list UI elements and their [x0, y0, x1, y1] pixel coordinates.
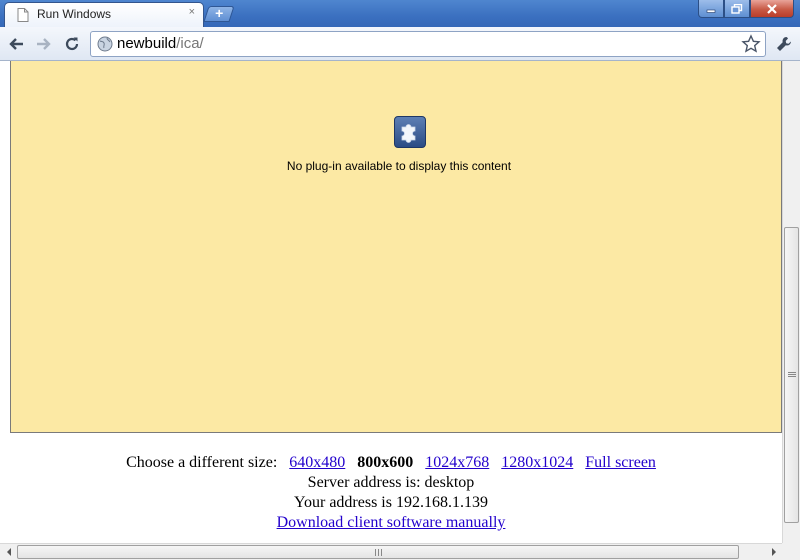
page-content: No plug-in available to display this con…: [0, 61, 782, 543]
horizontal-scroll-thumb[interactable]: [17, 545, 739, 559]
new-tab-button[interactable]: +: [203, 5, 235, 22]
size-link-1024x768[interactable]: 1024x768: [425, 454, 489, 471]
back-arrow-icon: [9, 38, 23, 50]
url-host: newbuild: [117, 35, 177, 52]
bookmark-star-icon[interactable]: [741, 34, 761, 59]
scrollbar-corner: [782, 543, 800, 560]
reload-button[interactable]: [62, 34, 82, 54]
forward-arrow-icon: [37, 38, 51, 50]
address-bar[interactable]: newbuild/ica/: [90, 31, 766, 57]
maximize-icon: [731, 3, 743, 14]
puzzle-piece-icon: [394, 116, 426, 148]
session-info: Choose a different size: 640x480 800x600…: [0, 453, 782, 533]
browser-tab[interactable]: Run Windows ×: [4, 2, 204, 27]
page-icon: [17, 8, 29, 27]
size-link-full-screen[interactable]: Full screen: [585, 454, 656, 471]
maximize-button[interactable]: [724, 0, 750, 18]
missing-plugin-area[interactable]: [10, 61, 782, 433]
size-selector: Choose a different size: 640x480 800x600…: [0, 453, 782, 473]
close-window-button[interactable]: [750, 0, 794, 18]
title-bar[interactable]: Run Windows × +: [0, 0, 800, 27]
size-link-640x480[interactable]: 640x480: [289, 454, 345, 471]
minimize-button[interactable]: [698, 0, 724, 18]
client-address: Your address is 192.168.1.139: [294, 494, 488, 511]
minimize-icon: [706, 9, 716, 13]
tab-title: Run Windows: [37, 7, 112, 21]
server-address: Server address is: desktop: [307, 474, 475, 491]
globe-icon: [97, 36, 113, 57]
wrench-icon: [777, 37, 791, 51]
horizontal-scrollbar[interactable]: [0, 543, 800, 560]
url-text: newbuild/ica/: [117, 35, 204, 52]
scroll-right-arrow-icon[interactable]: [765, 544, 782, 560]
window-controls: [698, 0, 794, 18]
browser-toolbar: newbuild/ica/: [0, 27, 800, 61]
url-path: /ica/: [176, 35, 204, 52]
size-current-800x600: 800x600: [357, 454, 414, 471]
close-window-icon: [767, 3, 777, 14]
size-prompt: Choose a different size:: [126, 454, 278, 471]
size-link-1280x1024[interactable]: 1280x1024: [501, 454, 573, 471]
vertical-scroll-thumb[interactable]: [784, 227, 799, 523]
download-client-link[interactable]: Download client software manually: [277, 514, 506, 531]
wrench-menu-button[interactable]: [774, 34, 794, 54]
vertical-scrollbar[interactable]: [782, 61, 800, 543]
back-button[interactable]: [6, 34, 26, 54]
close-tab-icon[interactable]: ×: [189, 6, 195, 18]
forward-button[interactable]: [34, 34, 54, 54]
scroll-left-arrow-icon[interactable]: [0, 544, 17, 560]
new-tab-icon: +: [215, 5, 224, 21]
reload-icon: [65, 37, 79, 51]
plugin-message: No plug-in available to display this con…: [286, 159, 512, 173]
